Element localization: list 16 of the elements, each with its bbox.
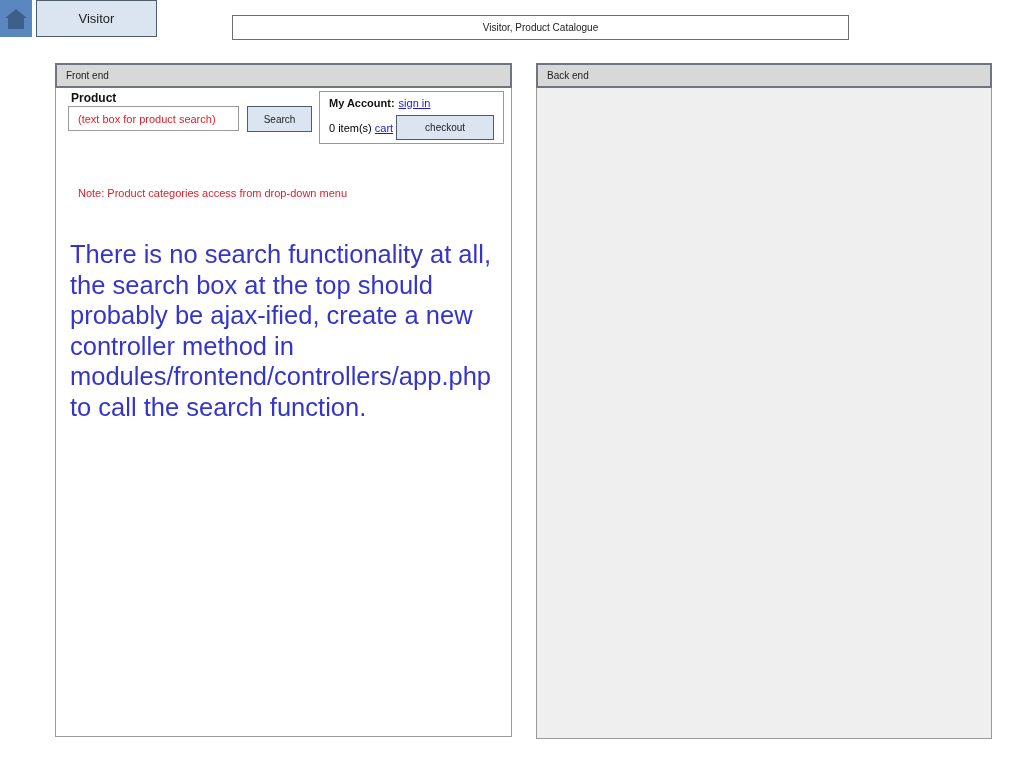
- search-button[interactable]: Search: [247, 106, 312, 132]
- sign-in-link[interactable]: sign in: [398, 97, 431, 109]
- account-label: My Account:: [329, 97, 395, 109]
- house-icon: [4, 7, 28, 30]
- search-field[interactable]: (text box for product search): [68, 106, 239, 131]
- cart-link[interactable]: cart: [374, 121, 394, 134]
- home-button[interactable]: [0, 0, 32, 37]
- product-label: Product: [71, 91, 118, 106]
- checkout-button[interactable]: checkout: [396, 115, 495, 140]
- comment-text: There is no search functionality at all, the search box at the top should probably be ajax-ified, create a new controller method in modules/frontend/controllers/app.php to call the search function.: [70, 239, 492, 423]
- note-text: Note: Product categories access from drop-down menu: [78, 187, 349, 199]
- visitor-tab[interactable]: Visitor: [36, 0, 157, 37]
- panel-header: Front end: [55, 63, 512, 88]
- panel-header: Back end: [536, 63, 992, 88]
- item-count: 0 item(s): [329, 121, 372, 134]
- page-title: Visitor, Product Catalogue: [232, 15, 849, 40]
